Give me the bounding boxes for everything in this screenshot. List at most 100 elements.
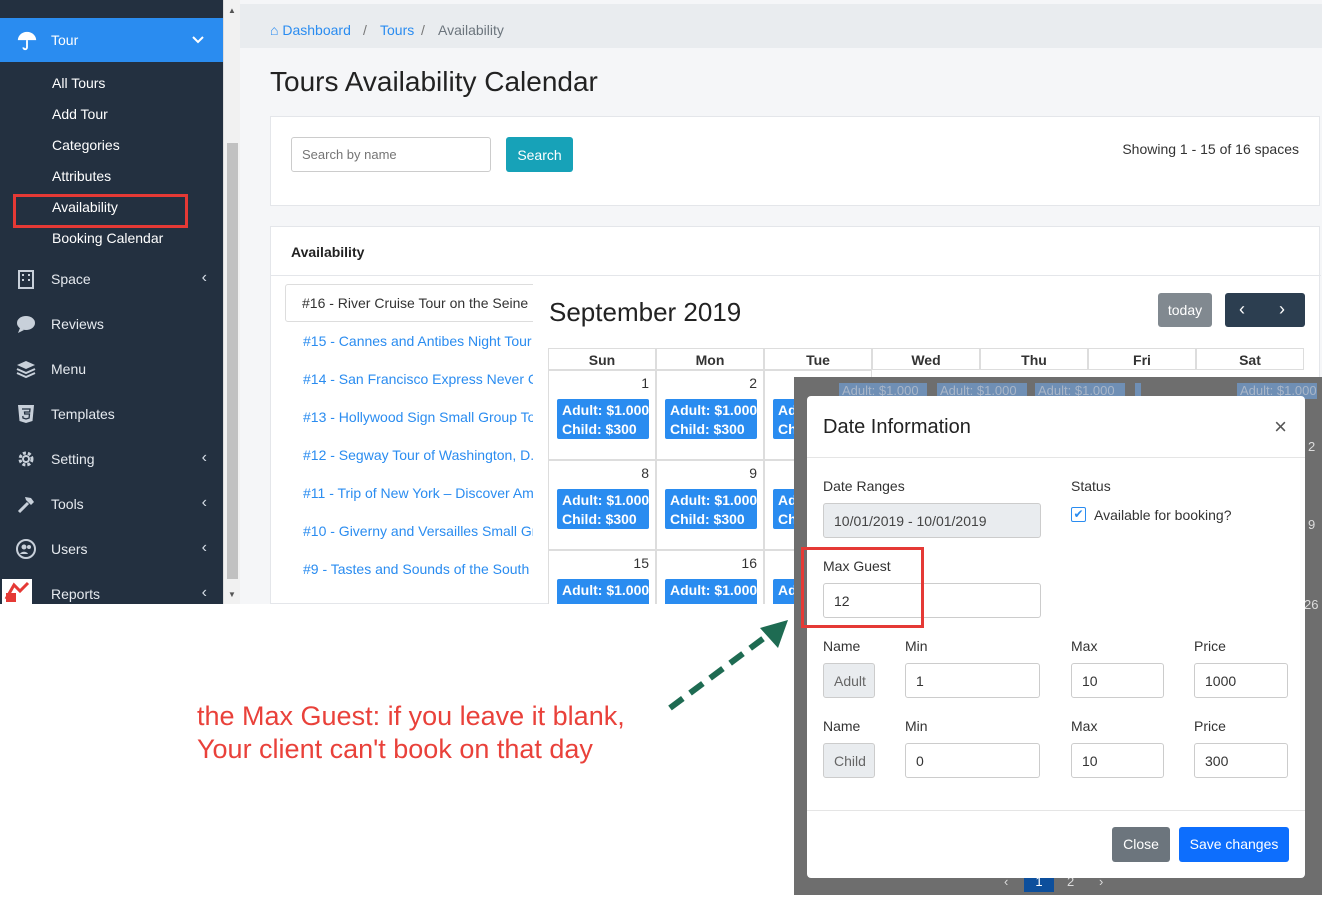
scroll-up-arrow-icon[interactable]: ▲	[228, 6, 236, 15]
availability-highlight-box	[13, 194, 188, 228]
calendar-day[interactable]: 9 Adult: $1.000 Child: $300	[656, 460, 764, 550]
calendar-day[interactable]: 2 Adult: $1.000 Child: $300	[656, 370, 764, 460]
calendar-day[interactable]: 8 Adult: $1.000 Child: $300	[548, 460, 656, 550]
date-ranges-label: Date Ranges	[823, 478, 905, 494]
breadcrumb-home[interactable]: ⌂ Dashboard	[270, 22, 351, 38]
annotation-line-2: Your client can't book on that day	[197, 734, 593, 764]
submenu-add-tour[interactable]: Add Tour	[52, 106, 108, 122]
tour-list-item-active[interactable]: #16 - River Cruise Tour on the Seine	[285, 284, 533, 322]
submenu-attributes[interactable]: Attributes	[52, 168, 111, 184]
tour-list-item[interactable]: #14 - San Francisco Express Never Ce	[303, 371, 533, 387]
breadcrumb-home-label: Dashboard	[282, 22, 351, 38]
users-icon	[16, 539, 36, 559]
submenu-categories[interactable]: Categories	[52, 137, 120, 153]
hammer-icon	[17, 497, 34, 514]
html5-icon	[18, 405, 34, 423]
status-label: Status	[1071, 478, 1111, 494]
submenu-booking-calendar[interactable]: Booking Calendar	[52, 230, 163, 246]
next-month-button[interactable]: ›	[1279, 299, 1285, 320]
gear-icon	[18, 451, 34, 467]
sidebar-item-label: Reviews	[51, 316, 104, 332]
scroll-down-arrow-icon[interactable]: ▼	[228, 590, 236, 599]
adult-name-field[interactable]: Adult	[823, 663, 875, 698]
close-button[interactable]: Close	[1112, 827, 1170, 862]
check-icon: ✔	[1073, 507, 1084, 521]
prev-month-button[interactable]: ‹	[1239, 299, 1245, 320]
sidebar-scrollbar[interactable]: ▲ ▼	[223, 0, 240, 604]
adult-max-input[interactable]: 10	[1071, 663, 1164, 698]
search-button[interactable]: Search	[506, 137, 573, 172]
tour-list-item[interactable]: #15 - Cannes and Antibes Night Tour	[303, 333, 532, 349]
chevron-down-icon	[192, 36, 204, 44]
availability-heading: Availability	[291, 244, 365, 260]
calendar-event[interactable]: Adult: $1.000 Child: $300	[557, 489, 649, 529]
tour-list-item[interactable]: #11 - Trip of New York – Discover Am	[303, 485, 533, 501]
comment-icon	[17, 316, 35, 333]
results-count: Showing 1 - 15 of 16 spaces	[1122, 141, 1299, 157]
sidebar-item-templates[interactable]: Templates	[0, 395, 223, 435]
day-number: 9	[749, 465, 757, 481]
annotation-line-1: the Max Guest: if you leave it blank,	[197, 701, 625, 731]
day-header: Thu	[980, 348, 1088, 370]
day-header: Wed	[872, 348, 980, 370]
max-guest-highlight-box	[801, 547, 924, 628]
breadcrumb-tours-label: Tours	[380, 22, 415, 38]
layers-icon	[16, 361, 36, 379]
search-input[interactable]	[291, 137, 491, 172]
child-min-input[interactable]: 0	[905, 743, 1040, 778]
event-child: Child: $300	[562, 511, 637, 527]
event-adult: Adult: $1.000	[562, 492, 649, 508]
calendar-event[interactable]: Adult: $1.000 Child: $300	[665, 489, 757, 529]
sidebar-item-reports[interactable]: Reports ‹	[0, 575, 223, 604]
event-adult: Adult: $1.000	[670, 402, 757, 418]
submenu-all-tours[interactable]: All Tours	[52, 75, 105, 91]
tour-list-item[interactable]: #12 - Segway Tour of Washington, D.C	[303, 447, 533, 463]
scrollbar-thumb[interactable]	[227, 143, 238, 579]
child-price-input[interactable]: 300	[1194, 743, 1288, 778]
today-button[interactable]: today	[1158, 293, 1212, 327]
sidebar-item-label: Templates	[51, 406, 115, 422]
sidebar-item-setting[interactable]: Setting ‹	[0, 440, 223, 480]
breadcrumb-tours[interactable]: Tours	[380, 22, 414, 38]
breadcrumb-separator: /	[421, 22, 425, 38]
sidebar-item-tools[interactable]: Tools ‹	[0, 485, 223, 525]
event-child: Child: $300	[562, 421, 637, 437]
divider	[807, 810, 1305, 811]
divider	[807, 457, 1305, 458]
sidebar-item-label: Users	[51, 541, 88, 557]
tour-list: #16 - River Cruise Tour on the Seine #15…	[285, 284, 533, 604]
annotation-text: the Max Guest: if you leave it blank, Yo…	[197, 700, 625, 766]
divider	[271, 275, 1321, 276]
date-ranges-field[interactable]: 10/01/2019 - 10/01/2019	[823, 503, 1041, 538]
adult-min-input[interactable]: 1	[905, 663, 1040, 698]
tour-list-item[interactable]: #13 - Hollywood Sign Small Group To	[303, 409, 533, 425]
sidebar-item-tour[interactable]: Tour	[0, 18, 223, 62]
umbrella-icon	[17, 31, 37, 51]
sidebar-item-users[interactable]: Users ‹	[0, 530, 223, 570]
chevron-left-icon: ‹	[201, 449, 207, 466]
day-number: 1	[641, 375, 649, 391]
calendar-event[interactable]: Adult: $1.000 Child: $300	[665, 399, 757, 439]
save-changes-button[interactable]: Save changes	[1179, 827, 1289, 862]
calendar-day[interactable]: 1 Adult: $1.000 Child: $300	[548, 370, 656, 460]
calendar-event[interactable]: Adult: $1.000 Child: $300	[557, 399, 649, 439]
available-checkbox[interactable]: ✔	[1071, 507, 1086, 522]
day-number: 15	[633, 555, 649, 571]
sidebar-item-menu[interactable]: Menu	[0, 350, 223, 390]
child-max-input[interactable]: 10	[1071, 743, 1164, 778]
tour-list-item[interactable]: #10 - Giverny and Versailles Small Gro	[303, 523, 533, 539]
price-label: Price	[1194, 718, 1226, 734]
tour-list-item[interactable]: #9 - Tastes and Sounds of the South 2	[303, 561, 533, 577]
name-label: Name	[823, 718, 861, 734]
chevron-left-icon: ‹	[201, 269, 207, 286]
sidebar-item-space[interactable]: Space ‹	[0, 260, 223, 300]
sidebar-item-label: Tools	[51, 496, 84, 512]
chevron-left-icon: ‹	[201, 539, 207, 556]
close-icon[interactable]: ×	[1274, 414, 1287, 440]
day-header: Tue	[764, 348, 872, 370]
day-header: Mon	[656, 348, 764, 370]
adult-price-input[interactable]: 1000	[1194, 663, 1288, 698]
event-child: Child: $300	[670, 511, 745, 527]
child-name-field[interactable]: Child	[823, 743, 875, 778]
sidebar-item-reviews[interactable]: Reviews	[0, 305, 223, 345]
